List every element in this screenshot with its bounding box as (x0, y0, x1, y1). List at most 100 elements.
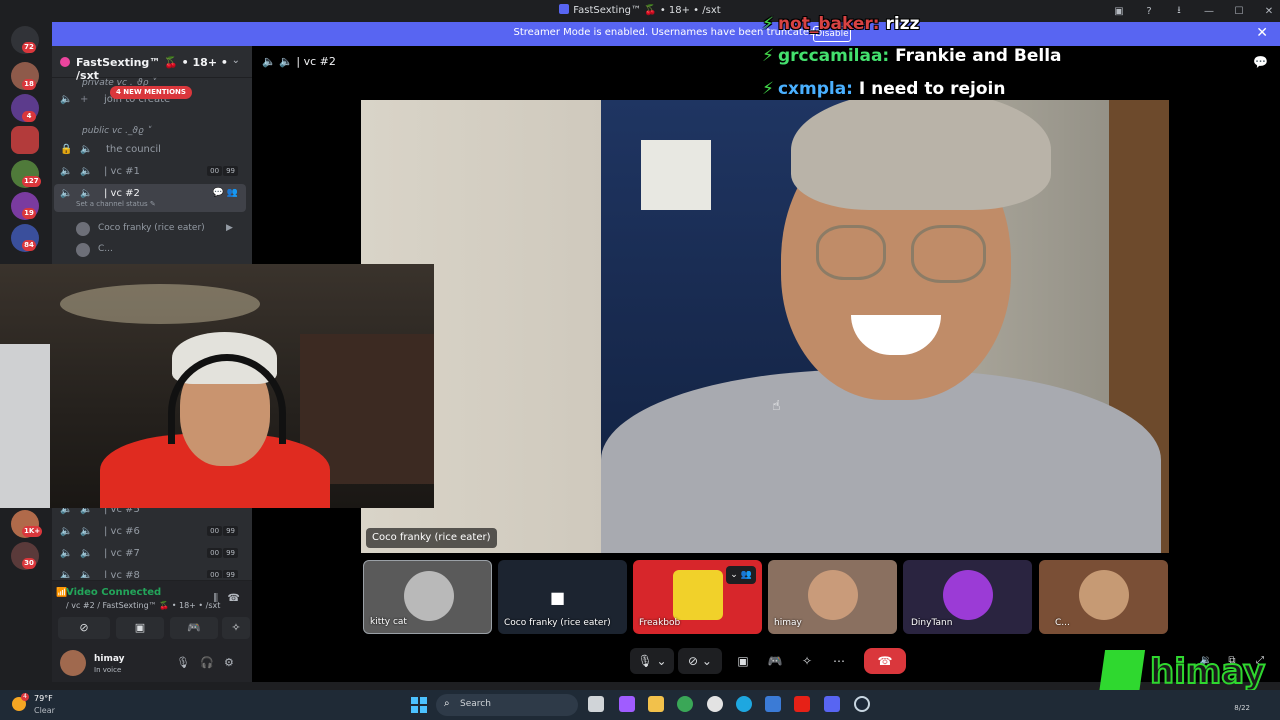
video-icon: ▶ (226, 223, 233, 233)
voice-location[interactable]: / vc #2 / FastSexting™ 🍒 • 18+ • /sxt (66, 601, 220, 610)
participant-tile[interactable]: ■ Coco franky (rice eater) (498, 560, 627, 634)
chrome-icon[interactable] (677, 696, 693, 712)
noise-suppression-icon[interactable]: ⫼ (213, 593, 218, 604)
user-name[interactable]: himay (94, 654, 125, 664)
new-mentions-badge[interactable]: 4 NEW MENTIONS (110, 86, 192, 99)
voice-connection-panel: 📶 Video Connected / vc #2 / FastSexting™… (52, 580, 252, 646)
speaker-icon: 🔈 (80, 548, 93, 559)
video-camera-icon: ■ (550, 588, 566, 607)
home-badge: 72 (22, 42, 36, 53)
windows-taskbar: 4 79°F Clear ⌕ Search 8/22 (0, 690, 1280, 720)
task-view-icon[interactable] (588, 696, 604, 712)
gear-icon[interactable]: ⚙ (224, 656, 234, 669)
participant-tile[interactable]: ⌄ 👥 Freakbob (633, 560, 762, 634)
stream-chat-message: ⚡ grccamilaa: Frankie and Bella (762, 46, 1062, 66)
microphone-icon[interactable]: 🎙 (176, 656, 190, 669)
speaker-icon: 🔈 (80, 166, 93, 177)
channel-the-council[interactable]: 🔒 🔈 the council (54, 140, 246, 160)
screen-share-button[interactable]: ▣ (116, 617, 164, 639)
server-header[interactable]: FastSexting™ 🍒 • 18+ • /sxt ⌄ (52, 46, 252, 82)
youtube-icon[interactable] (794, 696, 810, 712)
channel-header: 🔈 🔈 | vc #2 (262, 55, 336, 68)
avatar (1079, 570, 1129, 620)
microphone-toggle[interactable]: 🎙 ⌄ (630, 648, 674, 674)
server-icon (559, 4, 570, 14)
participant-tile[interactable]: C... (1039, 560, 1168, 634)
disconnect-call-button[interactable]: ☎ (864, 648, 906, 674)
headphones-icon[interactable]: 🎧 (200, 656, 214, 669)
channel-vc-6[interactable]: 🔈 🔈 | vc #6 00 99 (54, 522, 246, 542)
chat-bubble-icon[interactable]: 💬 (1253, 55, 1268, 69)
file-explorer-icon[interactable] (648, 696, 664, 712)
activity-button[interactable]: 🎮 (170, 617, 218, 639)
taskbar-date[interactable]: 8/22 (1234, 704, 1250, 712)
obs-icon[interactable] (707, 696, 723, 712)
more-options-icon[interactable]: ⋯ (828, 648, 850, 674)
taskbar-search[interactable]: ⌕ Search (436, 694, 578, 716)
tile-options-button[interactable]: ⌄ 👥 (726, 566, 756, 584)
user-panel: himay In voice 🎙 🎧 ⚙ (52, 646, 252, 682)
maximize-icon[interactable]: ☐ (1228, 6, 1250, 17)
leaf-icon: ⚡ (762, 79, 774, 99)
inbox-icon[interactable]: ▣ (1108, 6, 1130, 17)
speaker-icon: 🔈 (60, 548, 73, 559)
store-icon[interactable] (765, 696, 781, 712)
window-title: FastSexting™ 🍒 • 18+ • /sxt (573, 5, 721, 16)
participant-tile[interactable]: DinyTann (903, 560, 1032, 634)
discord-icon[interactable] (824, 696, 840, 712)
participant-tile[interactable]: himay (768, 560, 897, 634)
weather-badge: 4 (21, 693, 29, 701)
channel-vc-2[interactable]: 🔈 🔈 | vc #2 💬 👥 Set a channel status ✎ (54, 184, 246, 212)
chat-bubble-icon[interactable]: 💬 👥 (213, 188, 238, 198)
participant-tile[interactable]: kitty cat (363, 560, 492, 634)
temperature: 79°F (34, 694, 53, 703)
camera-toggle[interactable]: ⊘ ⌄ (678, 648, 722, 674)
speaker-icon: 🔈 🔈 (262, 55, 297, 68)
stream-chat-message: ⚡ cxmpla: I need to rejoin (762, 79, 1006, 99)
search-icon: ⌕ (444, 698, 450, 709)
discord-window: FastSexting™ 🍒 • 18+ • /sxt ▣ ? ⭳ — ☐ ✕ … (0, 0, 1280, 720)
speaker-icon: 🔈 (60, 526, 73, 537)
channel-vc-1[interactable]: 🔈 🔈 | vc #1 00 99 (54, 162, 246, 182)
voice-status[interactable]: Video Connected (66, 587, 161, 598)
camera-off-button[interactable]: ⊘ (58, 617, 110, 639)
avatar (808, 570, 858, 620)
close-window-icon[interactable]: ✕ (1258, 6, 1280, 17)
disconnect-icon[interactable]: ☎ (228, 593, 240, 604)
server-icon[interactable] (11, 126, 39, 154)
copilot-icon[interactable] (619, 696, 635, 712)
speaker-icon: 🔈 (60, 188, 73, 199)
category-public[interactable]: public vc ._ϑϱ ˅ (82, 126, 151, 136)
speaker-icon: 🔈 (60, 94, 73, 105)
channel-vc-7[interactable]: 🔈 🔈 | vc #7 00 99 (54, 544, 246, 564)
activity-icon[interactable]: 🎮 (764, 648, 786, 674)
close-banner-icon[interactable]: ✕ (1256, 25, 1268, 41)
channel-status[interactable]: Set a channel status ✎ (76, 200, 156, 208)
streamer-mode-banner: Streamer Mode is enabled. Usernames have… (52, 22, 1280, 46)
streamer-facecam (0, 264, 434, 508)
server-boost-icon (60, 57, 70, 67)
steam-icon[interactable] (854, 696, 870, 712)
avatar (76, 222, 90, 236)
help-icon[interactable]: ? (1138, 6, 1160, 17)
avatar[interactable] (60, 650, 86, 676)
windows-start-icon[interactable] (411, 697, 427, 713)
logo-icon (1098, 650, 1146, 694)
main-video-feed[interactable] (361, 100, 1169, 553)
leaf-icon: ⚡ (762, 46, 774, 66)
avatar (404, 571, 454, 621)
screen-share-icon[interactable]: ▣ (732, 648, 754, 674)
speaker-icon: 🔈 (80, 570, 93, 578)
minimize-icon[interactable]: — (1198, 6, 1220, 17)
avatar (943, 570, 993, 620)
chevron-down-icon: ⌄ (231, 55, 240, 66)
hand-cursor-icon: ☝ (772, 398, 781, 414)
channel-vc-8[interactable]: 🔈 🔈 | vc #8 00 99 (54, 566, 246, 578)
channel-header-title: | vc #2 (296, 55, 336, 68)
edge-icon[interactable] (736, 696, 752, 712)
download-icon[interactable]: ⭳ (1168, 3, 1190, 20)
soundboard-button[interactable]: ✧ (222, 617, 250, 639)
logo-text: himay (1149, 651, 1266, 693)
soundboard-icon[interactable]: ✧ (796, 648, 818, 674)
speaker-icon: 🔈 (60, 166, 73, 177)
